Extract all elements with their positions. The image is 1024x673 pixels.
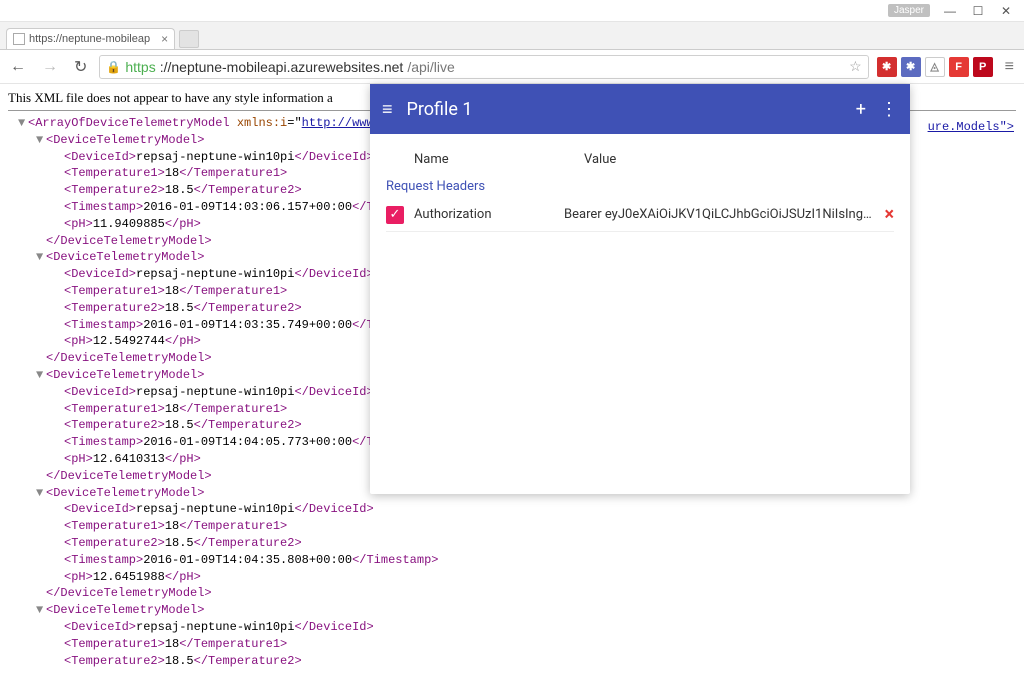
extension-icon[interactable]: ◬ (925, 57, 945, 77)
window-titlebar: Jasper — ☐ ✕ (0, 0, 1024, 22)
add-icon[interactable]: + (856, 99, 866, 120)
modheader-panel: ≡ Profile 1 + ⋮ Name Value Request Heade… (370, 84, 910, 494)
menu-icon[interactable]: ≡ (382, 99, 393, 120)
extension-icon[interactable]: F (949, 57, 969, 77)
lock-icon: 🔒 (106, 60, 121, 74)
extension-icon-modheader[interactable]: ✱ (901, 57, 921, 77)
tab-strip: https://neptune-mobileap × (0, 22, 1024, 50)
extension-icon[interactable]: ✱ (877, 57, 897, 77)
reload-button[interactable]: ↻ (70, 57, 91, 77)
more-icon[interactable]: ⋮ (880, 99, 898, 120)
forward-button[interactable]: → (38, 58, 62, 76)
header-row: ✓ Authorization Bearer eyJ0eXAiOiJKV1QiL… (386, 198, 894, 232)
back-button[interactable]: ← (6, 58, 30, 76)
menu-button[interactable]: ≡ (1001, 58, 1018, 76)
browser-tab[interactable]: https://neptune-mobileap × (6, 28, 175, 49)
bookmark-icon[interactable]: ☆ (849, 58, 862, 75)
user-badge: Jasper (888, 4, 930, 17)
column-headers: Name Value (386, 146, 894, 173)
close-window-button[interactable]: ✕ (992, 2, 1020, 20)
col-value: Value (584, 152, 616, 167)
extensions: ✱ ✱ ◬ F P (877, 57, 993, 77)
url-path: /api/live (407, 59, 454, 75)
toolbar: ← → ↻ 🔒 https ://neptune-mobileapi.azurew… (0, 50, 1024, 84)
panel-body: Name Value Request Headers ✓ Authorizati… (370, 134, 910, 244)
col-name: Name (414, 152, 584, 167)
section-request-headers[interactable]: Request Headers (386, 173, 894, 198)
header-name-input[interactable]: Authorization (414, 207, 554, 222)
minimize-button[interactable]: — (936, 2, 964, 20)
url-protocol: https (125, 59, 155, 75)
maximize-button[interactable]: ☐ (964, 2, 992, 20)
header-value-input[interactable]: Bearer eyJ0eXAiOiJKV1QiLCJhbGciOiJSUzI1N… (564, 207, 874, 222)
panel-title: Profile 1 (407, 99, 473, 120)
tab-title: https://neptune-mobileap (29, 33, 150, 45)
address-bar[interactable]: 🔒 https ://neptune-mobileapi.azurewebsite… (99, 55, 868, 79)
extension-icon-pinterest[interactable]: P (973, 57, 993, 77)
xml-schema-fragment: ure.Models"> (928, 120, 1014, 134)
url-host: ://neptune-mobileapi.azurewebsites.net (160, 59, 404, 75)
page-icon (13, 33, 25, 45)
panel-header: ≡ Profile 1 + ⋮ (370, 84, 910, 134)
checkbox-icon[interactable]: ✓ (386, 206, 404, 224)
new-tab-button[interactable] (179, 30, 199, 48)
delete-row-button[interactable]: × (884, 204, 894, 225)
close-tab-button[interactable]: × (161, 32, 168, 46)
